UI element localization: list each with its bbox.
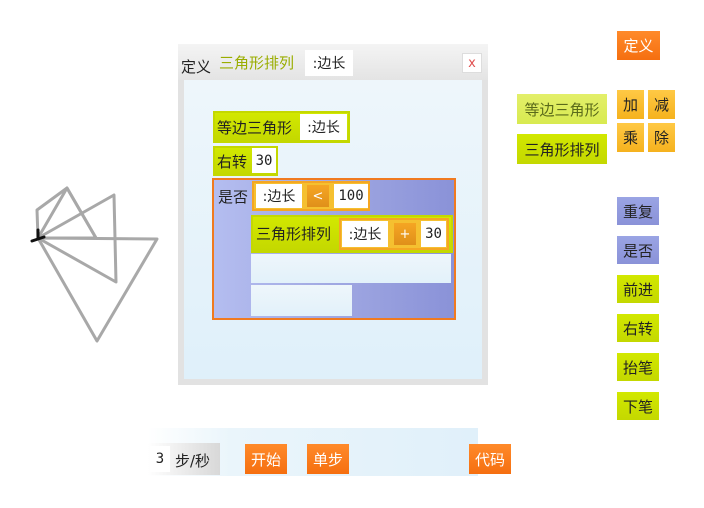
editor-param-field[interactable]: :边长 [305, 50, 353, 76]
palette-if-block[interactable]: 是否 [617, 236, 659, 264]
recursive-call-operator[interactable]: + [394, 223, 416, 245]
right-turn-value[interactable]: 30 [252, 148, 276, 173]
palette-pen-down-block[interactable]: 下笔 [617, 392, 659, 420]
palette-divide-block[interactable]: 除 [648, 123, 675, 152]
drawn-triangle-medium [36, 186, 98, 240]
if-then-empty-slot[interactable] [251, 254, 451, 283]
palette-forward-block[interactable]: 前进 [617, 275, 659, 303]
recursive-call-label: 三角形排列 [256, 225, 332, 243]
step-button[interactable]: 单步 [307, 444, 349, 474]
speed-input[interactable]: 3 [150, 446, 170, 472]
call-equilateral-triangle-arg[interactable]: :边长 [300, 114, 347, 140]
if-condition-operator[interactable]: < [307, 185, 329, 207]
if-else-empty-slot[interactable] [251, 285, 352, 316]
code-button[interactable]: 代码 [469, 444, 511, 474]
palette-right-turn-block[interactable]: 右转 [617, 314, 659, 342]
recursive-call-value[interactable]: 30 [421, 221, 446, 247]
speed-unit-label: 步/秒 [175, 452, 211, 470]
drawn-triangle-large [36, 236, 159, 343]
palette-multiply-block[interactable]: 乘 [617, 123, 644, 152]
close-icon[interactable]: x [462, 53, 482, 73]
call-equilateral-triangle-label: 等边三角形 [217, 119, 293, 137]
if-label: 是否 [218, 188, 249, 206]
palette-pen-up-block[interactable]: 抬笔 [617, 353, 659, 381]
start-button[interactable]: 开始 [245, 444, 287, 474]
palette-equilateral-triangle-block[interactable]: 等边三角形 [517, 94, 607, 124]
palette-add-block[interactable]: 加 [617, 90, 644, 119]
drawn-triangle-small [35, 186, 98, 240]
if-condition-value[interactable]: 100 [334, 184, 368, 208]
palette-triangle-arrange-block[interactable]: 三角形排列 [517, 134, 607, 164]
right-turn-label: 右转 [217, 153, 248, 171]
palette-repeat-block[interactable]: 重复 [617, 197, 659, 225]
palette-subtract-block[interactable]: 减 [648, 90, 675, 119]
recursive-call-variable[interactable]: :边长 [342, 221, 388, 247]
editor-define-label: 定义 [181, 58, 212, 76]
if-condition-variable[interactable]: :边长 [256, 184, 302, 208]
palette-define-block[interactable]: 定义 [617, 31, 660, 60]
editor-procedure-name[interactable]: 三角形排列 [219, 52, 294, 73]
turtle-canvas [30, 186, 159, 343]
